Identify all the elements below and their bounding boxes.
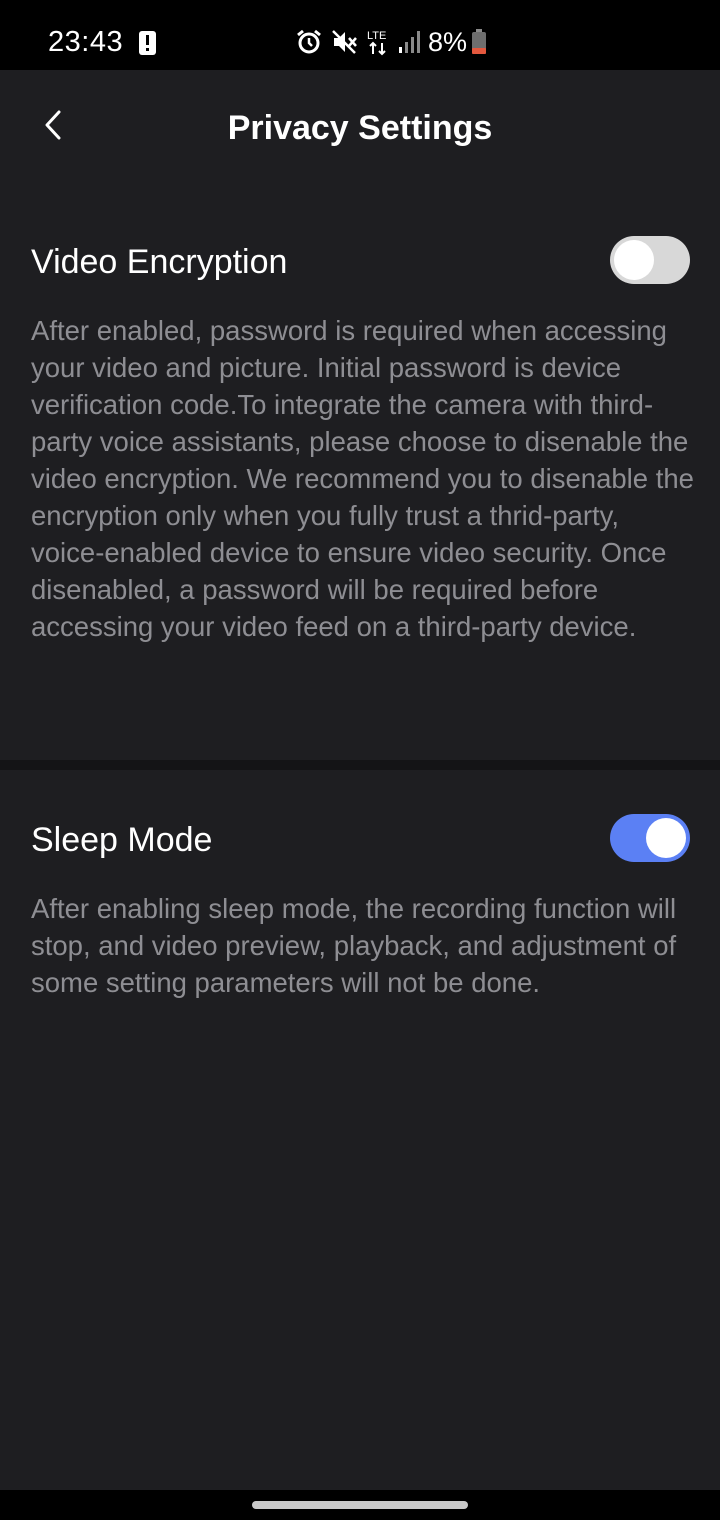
alarm-icon: [297, 29, 321, 54]
section-divider: [0, 760, 720, 770]
status-time: 23:43: [48, 26, 124, 58]
sleep-mode-toggle[interactable]: [610, 814, 690, 862]
toggle-knob: [614, 240, 654, 280]
video-encryption-title: Video Encryption: [31, 243, 288, 281]
home-indicator[interactable]: [252, 1501, 468, 1509]
alert-icon: [139, 31, 156, 55]
video-encryption-description: After enabled, password is required when…: [31, 315, 694, 642]
battery-percent: 8%: [428, 27, 468, 57]
navigation-bar: [0, 1490, 720, 1520]
app-header: Privacy Settings: [0, 70, 720, 185]
sleep-mode-description: After enabling sleep mode, the recording…: [31, 893, 677, 998]
status-bar: 23:43 LTE 8%: [0, 0, 720, 70]
mute-icon: [332, 30, 357, 54]
status-icons: LTE 8%: [296, 22, 487, 62]
battery-icon: [472, 29, 487, 54]
toggle-knob: [646, 818, 686, 858]
video-encryption-toggle[interactable]: [610, 236, 690, 284]
lte-icon: LTE: [367, 30, 386, 56]
signal-icon: [399, 31, 420, 53]
svg-text:LTE: LTE: [367, 30, 386, 42]
sleep-mode-title: Sleep Mode: [31, 821, 213, 859]
page-title: Privacy Settings: [227, 109, 493, 147]
